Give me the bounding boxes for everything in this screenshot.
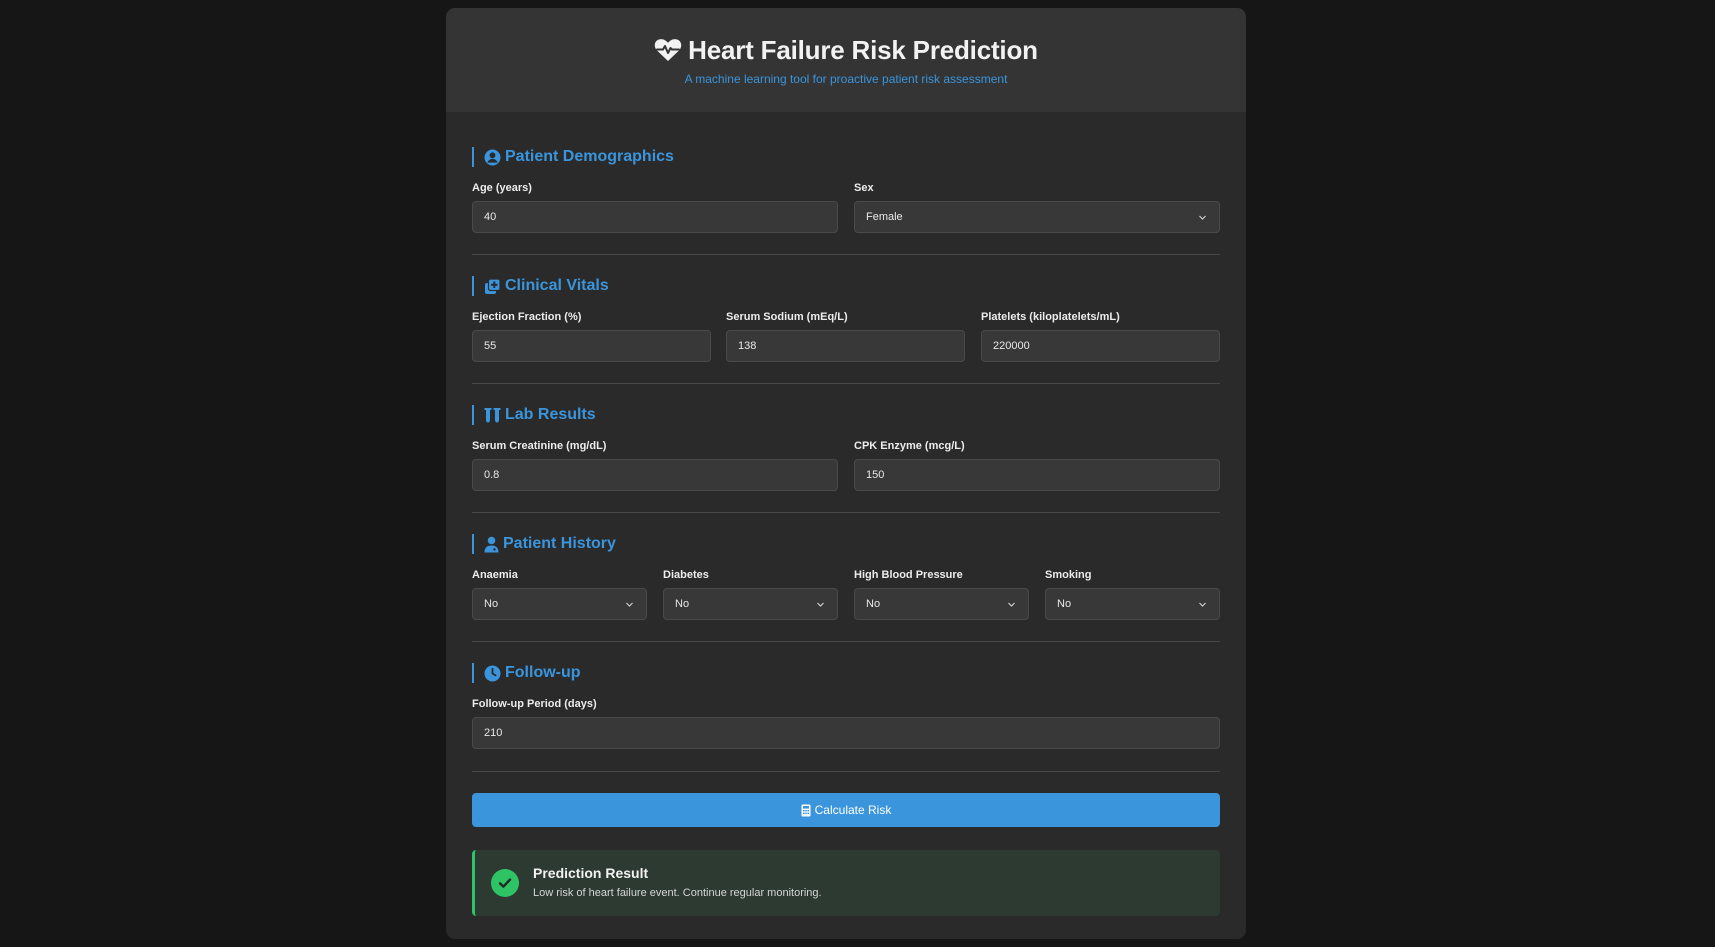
serum-sodium-label: Serum Sodium (mEq/L) — [726, 311, 848, 323]
ejection-fraction-value: 55 — [484, 340, 497, 352]
platelets-input[interactable]: 220000 — [981, 330, 1220, 362]
divider — [472, 641, 1220, 642]
serum-sodium-value: 138 — [738, 340, 757, 352]
followup-period-label: Follow-up Period (days) — [472, 698, 597, 710]
section-demographics-header: Patient Demographics — [472, 147, 674, 167]
sex-label: Sex — [854, 182, 874, 194]
heart-pulse-icon — [654, 39, 682, 61]
cpk-enzyme-input[interactable]: 150 — [854, 459, 1220, 491]
followup-period-input[interactable]: 210 — [472, 717, 1220, 749]
prediction-card: Heart Failure Risk Prediction A machine … — [446, 8, 1246, 939]
section-followup-header: Follow-up — [472, 663, 581, 683]
chevron-down-icon — [817, 602, 824, 607]
high-blood-pressure-select[interactable]: No — [854, 588, 1029, 620]
high-blood-pressure-value: No — [866, 598, 881, 610]
diabetes-select[interactable]: No — [663, 588, 838, 620]
divider — [472, 771, 1220, 772]
vials-icon — [484, 407, 501, 424]
chevron-down-icon — [1008, 602, 1015, 607]
section-title: Clinical Vitals — [505, 277, 609, 294]
result-message: Low risk of heart failure event. Continu… — [533, 887, 822, 899]
diabetes-label: Diabetes — [663, 569, 709, 581]
age-input[interactable]: 40 — [472, 201, 838, 233]
ejection-fraction-label: Ejection Fraction (%) — [472, 311, 582, 323]
sex-select[interactable]: Female — [854, 201, 1220, 233]
section-title: Lab Results — [505, 406, 596, 423]
age-label: Age (years) — [472, 182, 532, 194]
prediction-result: Prediction Result Low risk of heart fail… — [472, 850, 1220, 916]
ejection-fraction-input[interactable]: 55 — [472, 330, 711, 362]
user-doctor-icon — [484, 536, 499, 553]
cpk-enzyme-value: 150 — [866, 469, 885, 481]
chevron-down-icon — [1199, 602, 1206, 607]
anaemia-select[interactable]: No — [472, 588, 647, 620]
anaemia-label: Anaemia — [472, 569, 518, 581]
followup-period-value: 210 — [484, 727, 503, 739]
smoking-value: No — [1057, 598, 1072, 610]
title-row: Heart Failure Risk Prediction — [654, 34, 1038, 66]
calculator-icon — [801, 804, 811, 816]
section-title: Patient Demographics — [505, 148, 674, 165]
section-vitals-header: Clinical Vitals — [472, 276, 609, 296]
user-circle-icon — [484, 149, 501, 166]
section-history-header: Patient History — [472, 534, 616, 554]
section-title: Patient History — [503, 535, 616, 552]
calculate-risk-label: Calculate Risk — [814, 803, 892, 817]
chevron-down-icon — [626, 602, 633, 607]
divider — [472, 383, 1220, 384]
card-header: Heart Failure Risk Prediction A machine … — [446, 8, 1246, 112]
sex-value: Female — [866, 211, 903, 223]
clock-icon — [484, 665, 501, 682]
serum-creatinine-value: 0.8 — [484, 469, 500, 481]
serum-sodium-input[interactable]: 138 — [726, 330, 965, 362]
section-title: Follow-up — [505, 664, 581, 681]
check-circle-icon — [491, 869, 519, 897]
section-labs-header: Lab Results — [472, 405, 596, 425]
serum-creatinine-label: Serum Creatinine (mg/dL) — [472, 440, 607, 452]
cpk-enzyme-label: CPK Enzyme (mcg/L) — [854, 440, 965, 452]
serum-creatinine-input[interactable]: 0.8 — [472, 459, 838, 491]
smoking-label: Smoking — [1045, 569, 1092, 581]
platelets-label: Platelets (kiloplatelets/mL) — [981, 311, 1120, 323]
chevron-down-icon — [1199, 215, 1206, 220]
anaemia-value: No — [484, 598, 499, 610]
smoking-select[interactable]: No — [1045, 588, 1220, 620]
divider — [472, 254, 1220, 255]
page-title: Heart Failure Risk Prediction — [688, 34, 1038, 65]
page-subtitle: A machine learning tool for proactive pa… — [684, 72, 1008, 86]
result-title: Prediction Result — [533, 865, 649, 881]
notes-medical-icon — [484, 277, 501, 295]
diabetes-value: No — [675, 598, 690, 610]
high-blood-pressure-label: High Blood Pressure — [854, 569, 963, 581]
divider — [472, 512, 1220, 513]
platelets-value: 220000 — [993, 340, 1030, 352]
age-value: 40 — [484, 211, 497, 223]
calculate-risk-button[interactable]: Calculate Risk — [472, 793, 1220, 827]
